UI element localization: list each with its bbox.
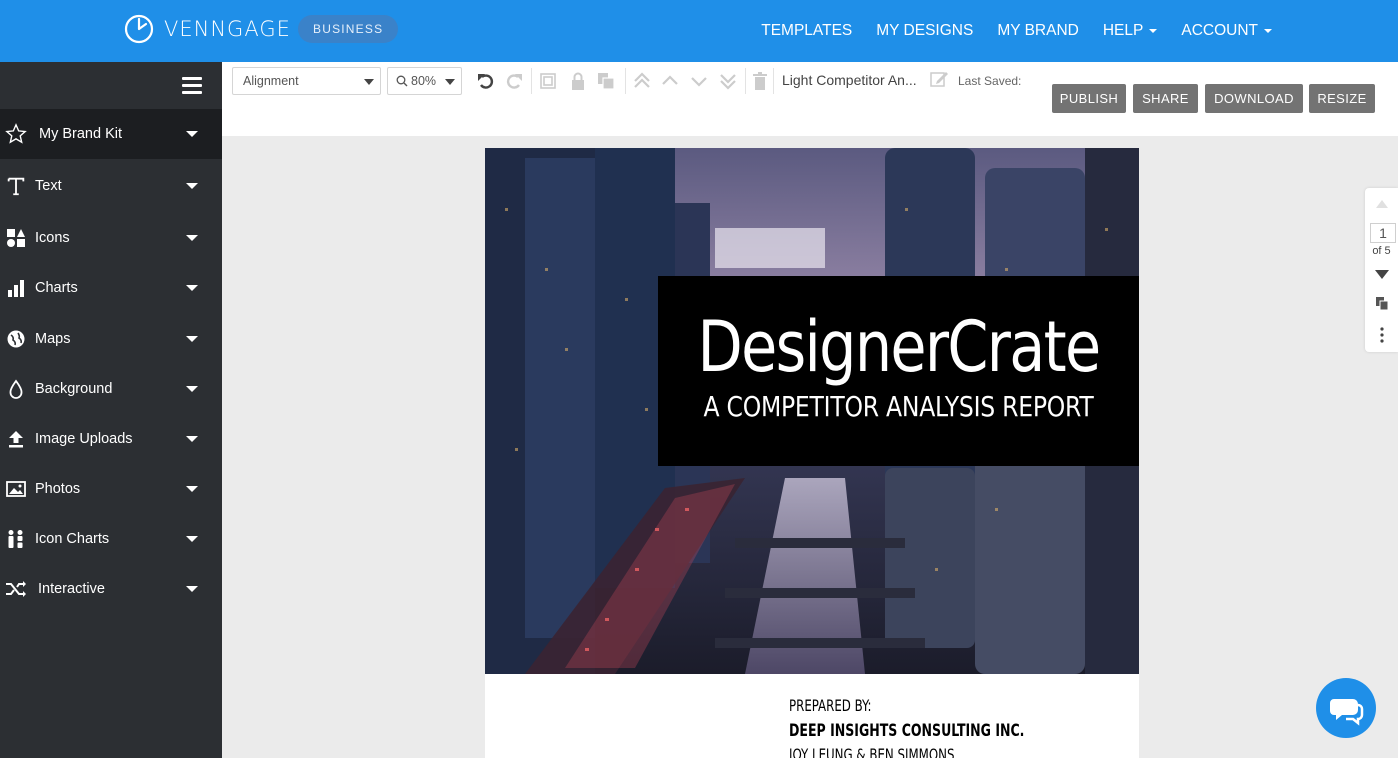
chevron-down-icon [186, 436, 198, 442]
sidebar-item-my-brand-kit[interactable]: My Brand Kit [0, 109, 222, 159]
venngage-logo-icon [124, 14, 154, 44]
zoom-select[interactable]: 80% [387, 67, 462, 95]
brand-name: VENNGAGE [164, 17, 291, 41]
chevron-down-icon [186, 285, 198, 291]
sidebar-item-label: Maps [35, 331, 71, 347]
droplet-icon [5, 378, 27, 400]
bring-forward-icon[interactable] [660, 71, 680, 91]
authors-names[interactable]: JOY LEUNG & BEN SIMMONS [789, 745, 954, 758]
shuffle-icon [5, 578, 27, 600]
chevron-down-icon [186, 336, 198, 342]
chevron-down-icon [186, 586, 198, 592]
toolbar-divider [773, 68, 774, 94]
publish-button[interactable]: PUBLISH [1052, 84, 1126, 113]
sidebar-item-label: Icons [35, 230, 70, 246]
chevron-down-icon [186, 486, 198, 492]
send-to-back-icon[interactable] [718, 71, 738, 91]
sidebar-item-image-uploads[interactable]: Image Uploads [0, 414, 222, 464]
bring-to-front-icon[interactable] [632, 71, 652, 91]
sidebar-item-photos[interactable]: Photos [0, 464, 222, 514]
sidebar-item-label: Icon Charts [35, 531, 110, 547]
report-subtitle[interactable]: A COMPETITOR ANALYSIS REPORT [696, 390, 1100, 424]
title-text-box[interactable]: DesignerCrate A COMPETITOR ANALYSIS REPO… [658, 276, 1139, 466]
alignment-select[interactable]: Alignment [232, 67, 381, 95]
bar-chart-icon [5, 277, 27, 299]
download-button[interactable]: DOWNLOAD [1205, 84, 1303, 113]
shapes-icon [5, 227, 27, 249]
nav-my-brand[interactable]: MY BRAND [997, 22, 1079, 40]
sidebar-item-background[interactable]: Background [0, 364, 222, 414]
brand[interactable]: VENNGAGE [124, 14, 291, 44]
globe-icon [5, 328, 27, 350]
design-canvas-page[interactable]: DesignerCrate A COMPETITOR ANALYSIS REPO… [485, 148, 1139, 758]
company-name[interactable]: DEEP INSIGHTS CONSULTING INC. [789, 721, 1024, 741]
nav-help[interactable]: HELP [1103, 22, 1158, 40]
lock-icon[interactable] [568, 71, 588, 91]
text-icon [5, 175, 27, 197]
caret-down-icon [1264, 29, 1272, 33]
edit-name-icon[interactable] [929, 69, 949, 89]
group-icon[interactable] [538, 71, 558, 91]
resize-button[interactable]: RESIZE [1309, 84, 1375, 113]
top-nav-menu: TEMPLATES MY DESIGNS MY BRAND HELP ACCOU… [737, 0, 1272, 62]
trash-icon[interactable] [750, 71, 770, 91]
people-icon [5, 528, 27, 550]
undo-icon[interactable] [476, 71, 496, 91]
sidebar-item-charts[interactable]: Charts [0, 263, 222, 313]
zoom-icon [396, 75, 408, 87]
page-up-icon[interactable] [1376, 200, 1388, 208]
editor-toolbar: Alignment 80% Light Competitor An... Las… [222, 62, 1398, 136]
copy-page-icon[interactable] [1376, 297, 1389, 310]
toolbar-divider [531, 68, 532, 94]
nav-account[interactable]: ACCOUNT [1181, 22, 1272, 40]
more-options-icon[interactable] [1380, 327, 1384, 343]
nav-my-designs[interactable]: MY DESIGNS [876, 22, 973, 40]
plan-badge: BUSINESS [298, 15, 399, 43]
document-name[interactable]: Light Competitor An... [782, 72, 917, 88]
chevron-down-icon [186, 536, 198, 542]
sidebar-item-interactive[interactable]: Interactive [0, 564, 222, 614]
star-icon [5, 123, 27, 145]
last-saved-label: Last Saved: [958, 74, 1022, 88]
sidebar-item-label: Charts [35, 280, 78, 296]
chevron-down-icon [186, 386, 198, 392]
toolbar-divider [625, 68, 626, 94]
sidebar-item-label: Interactive [38, 581, 105, 597]
share-button[interactable]: SHARE [1133, 84, 1198, 113]
report-title[interactable]: DesignerCrate [696, 306, 1101, 388]
sidebar: My Brand Kit Text Icons Charts Maps Back… [0, 62, 222, 758]
redo-icon[interactable] [504, 71, 524, 91]
nav-templates[interactable]: TEMPLATES [761, 22, 852, 40]
page-navigator: 1 of 5 [1365, 188, 1398, 352]
sidebar-item-label: Photos [35, 481, 81, 497]
chat-support-button[interactable] [1316, 678, 1376, 738]
sidebar-item-maps[interactable]: Maps [0, 314, 222, 364]
sidebar-item-label: My Brand Kit [39, 126, 122, 142]
toolbar-divider [745, 68, 746, 94]
sidebar-item-label: Background [35, 381, 113, 397]
hamburger-icon[interactable] [182, 77, 202, 95]
sidebar-item-icon-charts[interactable]: Icon Charts [0, 514, 222, 564]
send-backward-icon[interactable] [689, 71, 709, 91]
chevron-down-icon [186, 235, 198, 241]
sidebar-item-icons[interactable]: Icons [0, 213, 222, 263]
prepared-by-label[interactable]: PREPARED BY: [789, 696, 871, 715]
top-navigation-bar: VENNGAGE BUSINESS TEMPLATES MY DESIGNS M… [0, 0, 1398, 62]
chevron-down-icon [186, 131, 198, 137]
sidebar-item-text[interactable]: Text [0, 161, 222, 211]
page-count: of 5 [1372, 245, 1391, 257]
chevron-down-icon [364, 79, 374, 85]
chevron-down-icon [445, 79, 455, 85]
chevron-down-icon [186, 183, 198, 189]
sidebar-item-label: Image Uploads [35, 431, 133, 447]
current-page-input[interactable]: 1 [1370, 223, 1396, 243]
duplicate-icon[interactable] [596, 71, 616, 91]
sidebar-item-label: Text [35, 178, 62, 194]
caret-down-icon [1149, 29, 1158, 33]
page-down-icon[interactable] [1375, 270, 1389, 279]
upload-icon [5, 428, 27, 450]
chat-icon [1330, 699, 1364, 726]
image-icon [5, 478, 27, 500]
